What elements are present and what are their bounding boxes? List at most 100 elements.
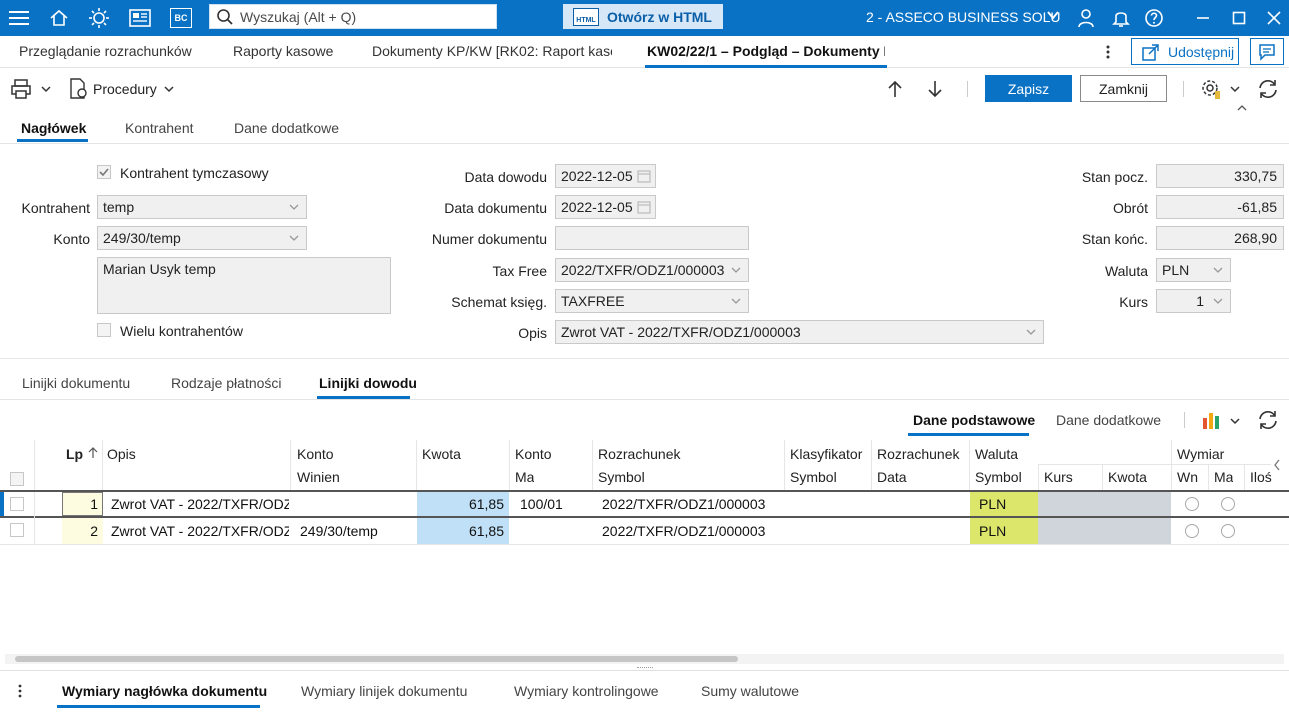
row-wn-radio[interactable] bbox=[1185, 524, 1199, 538]
tab-basic-data[interactable]: Dane podstawowe bbox=[913, 412, 1035, 428]
open-in-html-button[interactable]: HTML Otwórz w HTML bbox=[563, 4, 723, 29]
tab-controlling-dimensions[interactable]: Wymiary kontrolingowe bbox=[514, 683, 659, 699]
col-winien-header[interactable]: Winien bbox=[297, 469, 340, 485]
bottom-more-options-icon[interactable] bbox=[15, 683, 25, 702]
row-kwota[interactable]: 61,85 bbox=[417, 492, 509, 516]
col-opis-header[interactable]: Opis bbox=[107, 446, 136, 462]
doc-tab-kp-kw-documents[interactable]: Dokumenty KP/KW [RK02: Raport kaso bbox=[372, 43, 612, 59]
help-icon[interactable] bbox=[1139, 4, 1169, 32]
procedures-menu[interactable]: Procedury bbox=[69, 78, 175, 100]
doc-tab-settlements[interactable]: Przeglądanie rozrachunków bbox=[19, 43, 209, 59]
col-wal-symbol-header[interactable]: Symbol bbox=[975, 469, 1022, 485]
row-symbol[interactable]: 2022/TXFR/ODZ1/000003 bbox=[602, 492, 784, 516]
col-wn-header[interactable]: Wn bbox=[1177, 469, 1198, 485]
tab-header-dimensions[interactable]: Wymiary nagłówka dokumentu bbox=[62, 683, 267, 699]
bell-icon[interactable] bbox=[1106, 4, 1136, 32]
home-icon[interactable] bbox=[44, 4, 74, 32]
col-data-header[interactable]: Data bbox=[877, 469, 907, 485]
col-rozrachunek-header[interactable]: Rozrachunek bbox=[598, 446, 681, 462]
refresh-icon[interactable] bbox=[1257, 78, 1279, 103]
chart-icon[interactable] bbox=[1202, 410, 1224, 433]
row-winien[interactable] bbox=[300, 492, 415, 516]
row-ma[interactable] bbox=[520, 518, 592, 544]
col-lp-header[interactable]: Lp bbox=[66, 446, 83, 462]
row-wn-radio[interactable] bbox=[1185, 497, 1199, 511]
tab-header[interactable]: Nagłówek bbox=[21, 120, 86, 136]
row-lp[interactable]: 1 bbox=[62, 492, 103, 516]
col-kurs-header[interactable]: Kurs bbox=[1044, 469, 1073, 485]
arrow-up-icon[interactable] bbox=[886, 79, 904, 102]
currency-select[interactable]: PLN bbox=[1156, 258, 1231, 282]
news-icon[interactable] bbox=[125, 4, 155, 32]
close-window-icon[interactable] bbox=[1259, 4, 1289, 32]
doc-tab-kw-preview[interactable]: KW02/22/1 – Podgląd – Dokumenty KP bbox=[647, 43, 885, 59]
chat-button[interactable] bbox=[1250, 38, 1284, 65]
more-options-icon[interactable] bbox=[1102, 44, 1114, 63]
tab-contractor[interactable]: Kontrahent bbox=[125, 120, 194, 136]
table-row[interactable]: 1 Zwrot VAT - 2022/TXFR/ODZ 61,85 100/01… bbox=[0, 492, 1289, 518]
horizontal-scrollbar[interactable] bbox=[5, 654, 1284, 664]
col-symbol-header[interactable]: Symbol bbox=[598, 469, 645, 485]
scroll-left-chevron-icon[interactable] bbox=[1273, 458, 1281, 475]
maximize-icon[interactable] bbox=[1224, 4, 1254, 32]
col-ma-header[interactable]: Ma bbox=[515, 469, 534, 485]
col-ilosc-header[interactable]: Iloś bbox=[1250, 469, 1272, 485]
col-ma2-header[interactable]: Ma bbox=[1214, 469, 1233, 485]
col-konto-header[interactable]: Konto bbox=[297, 446, 334, 462]
row-ma[interactable]: 100/01 bbox=[520, 492, 592, 516]
chevron-down-icon[interactable] bbox=[1046, 8, 1060, 25]
row-kwota[interactable]: 61,85 bbox=[417, 518, 509, 544]
scrollbar-thumb[interactable] bbox=[15, 656, 738, 662]
print-icon[interactable] bbox=[10, 78, 32, 103]
col-kwota-header[interactable]: Kwota bbox=[422, 446, 461, 462]
col-waluta-header[interactable]: Waluta bbox=[975, 446, 1018, 462]
select-all-checkbox[interactable] bbox=[10, 472, 24, 486]
row-opis[interactable]: Zwrot VAT - 2022/TXFR/ODZ bbox=[111, 492, 289, 516]
scheme-select[interactable]: TAXFREE bbox=[555, 289, 749, 313]
col-klasyfikator-header[interactable]: Klasyfikator bbox=[790, 446, 866, 462]
taxfree-select[interactable]: 2022/TXFR/ODZ1/000003 bbox=[555, 258, 749, 282]
tab-payment-types[interactable]: Rodzaje płatności bbox=[171, 375, 282, 391]
tab-line-dimensions[interactable]: Wymiary linijek dokumentu bbox=[301, 683, 467, 699]
contractor-name-textarea[interactable]: Marian Usyk temp bbox=[97, 257, 391, 314]
many-contractors-checkbox[interactable] bbox=[97, 323, 111, 337]
row-ma-radio[interactable] bbox=[1221, 497, 1235, 511]
row-waluta[interactable]: PLN bbox=[970, 492, 1038, 516]
col-klas-symbol-header[interactable]: Symbol bbox=[790, 469, 837, 485]
grid-refresh-icon[interactable] bbox=[1257, 409, 1279, 434]
row-symbol[interactable]: 2022/TXFR/ODZ1/000003 bbox=[602, 518, 784, 544]
rate-select[interactable]: 1 bbox=[1156, 289, 1231, 313]
tab-currency-sums[interactable]: Sumy walutowe bbox=[701, 683, 799, 699]
share-button[interactable]: Udostępnij bbox=[1131, 38, 1239, 65]
resize-handle[interactable] bbox=[637, 667, 653, 669]
contractor-select[interactable]: temp bbox=[97, 195, 307, 219]
doc-date-field[interactable]: 2022-12-05 bbox=[555, 195, 656, 219]
row-winien[interactable]: 249/30/temp bbox=[300, 518, 415, 544]
tab-additional-data[interactable]: Dane dodatkowe bbox=[234, 120, 339, 136]
bc-icon[interactable]: BC bbox=[166, 4, 196, 32]
table-row[interactable]: 2 Zwrot VAT - 2022/TXFR/ODZ 249/30/temp … bbox=[0, 518, 1289, 545]
doc-number-field[interactable] bbox=[555, 226, 749, 250]
proof-date-field[interactable]: 2022-12-05 bbox=[555, 164, 656, 188]
account-select[interactable]: 249/30/temp bbox=[97, 226, 307, 250]
row-waluta[interactable]: PLN bbox=[970, 518, 1038, 544]
col-wymiar-header[interactable]: Wymiar bbox=[1177, 446, 1225, 462]
search-input[interactable]: Wyszukaj (Alt + Q) bbox=[209, 4, 497, 29]
minimize-icon[interactable] bbox=[1188, 4, 1218, 32]
hamburger-menu-icon[interactable] bbox=[4, 4, 34, 32]
arrow-down-icon[interactable] bbox=[926, 79, 944, 102]
description-select[interactable]: Zwrot VAT - 2022/TXFR/ODZ1/000003 bbox=[555, 320, 1044, 344]
tab-document-lines[interactable]: Linijki dokumentu bbox=[22, 375, 130, 391]
settings-chevron-down-icon[interactable] bbox=[1229, 82, 1241, 98]
tab-proof-lines[interactable]: Linijki dowodu bbox=[319, 375, 417, 391]
row-lp[interactable]: 2 bbox=[62, 518, 103, 544]
chart-chevron-down-icon[interactable] bbox=[1229, 414, 1241, 430]
user-icon[interactable] bbox=[1071, 4, 1101, 32]
col-konto2-header[interactable]: Konto bbox=[515, 446, 552, 462]
col-rozrachunek2-header[interactable]: Rozrachunek bbox=[877, 446, 961, 462]
row-ma-radio[interactable] bbox=[1221, 524, 1235, 538]
doc-tab-cash-reports[interactable]: Raporty kasowe bbox=[233, 43, 353, 59]
close-button[interactable]: Zamknij bbox=[1080, 75, 1167, 102]
save-button[interactable]: Zapisz bbox=[985, 75, 1072, 102]
sort-up-icon[interactable] bbox=[88, 446, 98, 462]
